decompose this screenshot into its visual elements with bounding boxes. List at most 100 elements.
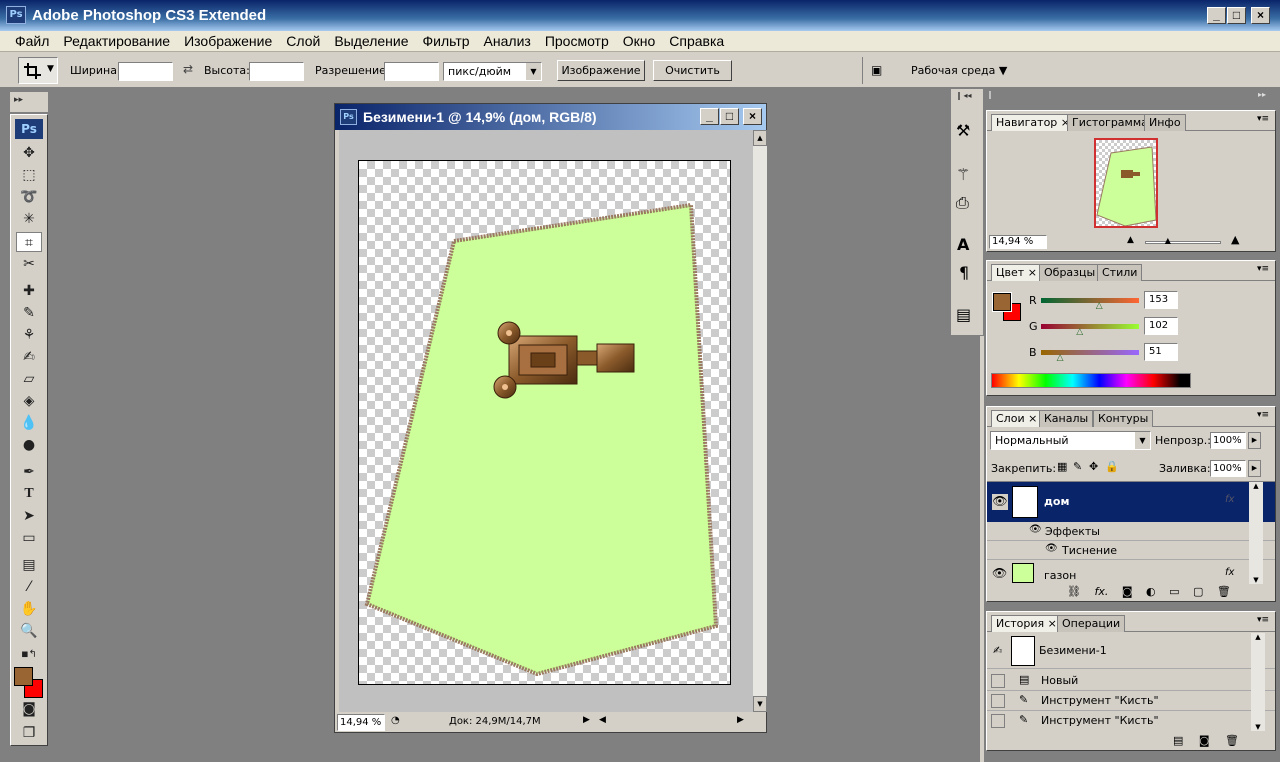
- default-colors-icon[interactable]: ◾↰: [16, 645, 42, 665]
- layers-scrollbar[interactable]: ▲ ▼: [1249, 482, 1263, 584]
- menu-edit[interactable]: Редактирование: [56, 31, 177, 52]
- marquee-tool-icon[interactable]: ⬚: [16, 165, 42, 185]
- navigator-zoom-field[interactable]: 14,94 %: [989, 235, 1047, 249]
- lasso-tool-icon[interactable]: ➰: [16, 187, 42, 207]
- zoom-field[interactable]: 14,94 %: [337, 714, 385, 731]
- menu-image[interactable]: Изображение: [177, 31, 279, 52]
- panel-menu-icon[interactable]: ▾≡: [1257, 615, 1269, 625]
- brush-tool-icon[interactable]: ✎: [16, 303, 42, 323]
- vertical-scrollbar[interactable]: ▲ ▼: [753, 130, 767, 712]
- scroll-left-icon[interactable]: ◀: [599, 715, 606, 725]
- paragraph-icon[interactable]: ¶: [959, 263, 969, 282]
- history-brush-icon[interactable]: ✍: [16, 347, 42, 367]
- visibility-eye-icon[interactable]: 👁: [1045, 543, 1058, 554]
- zoom-in-icon[interactable]: ▲: [1231, 233, 1239, 246]
- history-brush-source-icon[interactable]: ✍: [993, 644, 1002, 657]
- status-menu-icon[interactable]: ▶: [583, 715, 590, 725]
- panels-header[interactable]: ‖: [988, 90, 992, 99]
- history-checkbox[interactable]: [991, 694, 1005, 708]
- history-snapshot-row[interactable]: ✍ Безимени-1: [987, 633, 1275, 669]
- tab-layers[interactable]: Слои ×: [991, 410, 1043, 427]
- lock-transparent-icon[interactable]: ▦: [1057, 460, 1067, 473]
- units-select[interactable]: пикс/дюйм ▼: [443, 62, 542, 81]
- image-button[interactable]: Изображение: [557, 60, 645, 81]
- layer-row-house[interactable]: 👁 дом fx: [987, 482, 1275, 522]
- maximize-button[interactable]: □: [1227, 7, 1246, 24]
- channel-g-input[interactable]: 102: [1144, 317, 1178, 335]
- panel-menu-icon[interactable]: ▾≡: [1257, 114, 1269, 124]
- history-scrollbar[interactable]: ▲ ▼: [1251, 633, 1265, 731]
- hand-tool-icon[interactable]: ✋: [16, 599, 42, 619]
- tab-navigator[interactable]: Навигатор ×: [991, 114, 1076, 131]
- tab-swatches[interactable]: Образцы: [1039, 264, 1101, 281]
- history-item[interactable]: ✎ Инструмент "Кисть": [987, 691, 1275, 711]
- file-browser-icon[interactable]: ▣: [871, 63, 882, 77]
- toolbox-header[interactable]: ▸▸: [10, 92, 48, 112]
- status-options-icon[interactable]: ◔: [391, 715, 400, 726]
- channel-b-thumb[interactable]: △: [1057, 353, 1064, 363]
- zoom-slider-thumb[interactable]: ▲: [1165, 236, 1171, 245]
- navigator-preview[interactable]: [1094, 138, 1158, 228]
- layer-comps-icon[interactable]: ▤: [956, 305, 971, 324]
- blur-tool-icon[interactable]: 💧: [16, 413, 42, 433]
- eyedropper-icon[interactable]: ⁄: [16, 577, 42, 597]
- healing-brush-icon[interactable]: ✚: [16, 281, 42, 301]
- shape-tool-icon[interactable]: ▭: [16, 528, 42, 548]
- resolution-input[interactable]: [384, 62, 439, 81]
- tab-actions[interactable]: Операции: [1057, 615, 1126, 632]
- ps-logo-icon[interactable]: Ps: [15, 119, 43, 139]
- layer-row-lawn[interactable]: 👁 газон fx: [987, 560, 1275, 584]
- zoom-out-icon[interactable]: ▲: [1127, 235, 1134, 245]
- menu-filter[interactable]: Фильтр: [416, 31, 477, 52]
- menu-layer[interactable]: Слой: [279, 31, 327, 52]
- clone-stamp-icon[interactable]: ⚘: [16, 325, 42, 345]
- tab-styles[interactable]: Стили: [1097, 264, 1143, 281]
- menu-select[interactable]: Выделение: [327, 31, 415, 52]
- foreground-color-swatch[interactable]: [14, 667, 33, 686]
- fill-slider-button[interactable]: ▶: [1248, 460, 1261, 477]
- canvas[interactable]: [358, 160, 731, 685]
- zoom-slider[interactable]: ▲: [1145, 236, 1221, 245]
- minimize-button[interactable]: _: [1207, 7, 1226, 24]
- history-footer-icons[interactable]: ▤ ◙ 🗑: [1173, 734, 1239, 747]
- tab-histogram[interactable]: Гистограмма: [1067, 114, 1153, 131]
- tab-history[interactable]: История ×: [991, 615, 1062, 632]
- screen-mode-icon[interactable]: ❐: [16, 723, 42, 743]
- panel-menu-icon[interactable]: ▾≡: [1257, 410, 1269, 420]
- menu-help[interactable]: Справка: [662, 31, 731, 52]
- paint-bucket-icon[interactable]: ◈: [16, 391, 42, 411]
- doc-maximize-button[interactable]: □: [720, 108, 739, 125]
- slice-tool-icon[interactable]: ✂: [16, 254, 42, 274]
- dodge-tool-icon[interactable]: ●: [16, 435, 42, 455]
- zoom-tool-icon[interactable]: 🔍: [16, 621, 42, 641]
- history-item[interactable]: ✎ Инструмент "Кисть": [987, 711, 1275, 731]
- layer-emboss-row[interactable]: 👁 Тиснение: [987, 541, 1275, 560]
- panels-collapse-icon[interactable]: ▸▸: [1258, 90, 1266, 99]
- layers-footer-icons[interactable]: ⛓ fx. ◙ ◐ ▭ ▢ 🗑: [1067, 585, 1231, 598]
- visibility-eye-icon[interactable]: 👁: [992, 566, 1007, 580]
- channel-r-input[interactable]: 153: [1144, 291, 1178, 309]
- height-input[interactable]: [249, 62, 304, 81]
- opacity-slider-button[interactable]: ▶: [1248, 432, 1261, 449]
- lock-pixels-icon[interactable]: ✎: [1073, 460, 1082, 473]
- color-fg-swatch[interactable]: [992, 292, 1012, 312]
- fx-icon[interactable]: fx: [1225, 567, 1234, 578]
- channel-b-input[interactable]: 51: [1144, 343, 1178, 361]
- eraser-tool-icon[interactable]: ▱: [16, 369, 42, 389]
- channel-r-thumb[interactable]: △: [1096, 301, 1103, 311]
- magic-wand-icon[interactable]: ✳: [16, 209, 42, 229]
- tab-info[interactable]: Инфо: [1144, 114, 1186, 131]
- menu-file[interactable]: Файл: [8, 31, 56, 52]
- history-checkbox[interactable]: [991, 714, 1005, 728]
- menu-view[interactable]: Просмотр: [538, 31, 616, 52]
- clear-button[interactable]: Очистить: [653, 60, 732, 81]
- chevron-down-icon[interactable]: ▼: [526, 63, 541, 80]
- lock-position-icon[interactable]: ✥: [1089, 460, 1098, 473]
- color-ramp[interactable]: [991, 373, 1191, 388]
- history-checkbox[interactable]: [991, 674, 1005, 688]
- panel-menu-icon[interactable]: ▾≡: [1257, 264, 1269, 274]
- blend-mode-select[interactable]: Нормальный ▼: [990, 431, 1151, 450]
- menu-analysis[interactable]: Анализ: [477, 31, 538, 52]
- path-select-icon[interactable]: ➤: [16, 506, 42, 526]
- fill-input[interactable]: 100%: [1210, 460, 1246, 477]
